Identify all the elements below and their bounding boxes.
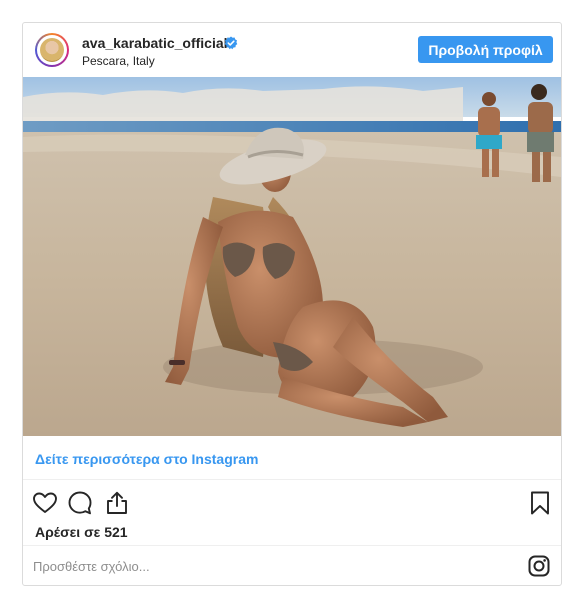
post-header: ava_karabatic_official Pescara, Italy Πρ…: [23, 23, 561, 77]
username-link[interactable]: ava_karabatic_official: [82, 35, 228, 51]
avatar-photo: [40, 38, 64, 62]
verified-badge-icon: [224, 36, 238, 50]
instagram-embed-card: ava_karabatic_official Pescara, Italy Πρ…: [22, 22, 562, 586]
location-link[interactable]: Pescara, Italy: [82, 54, 155, 68]
avatar[interactable]: [35, 33, 69, 67]
beach-photo-image: [23, 77, 561, 436]
post-photo[interactable]: [23, 77, 561, 436]
comment-icon[interactable]: [67, 490, 93, 516]
bookmark-icon[interactable]: [527, 490, 553, 516]
heart-icon[interactable]: [32, 490, 58, 516]
instagram-logo-icon[interactable]: [528, 555, 550, 577]
likes-count[interactable]: Αρέσει σε 521: [35, 524, 128, 540]
comment-section: [23, 545, 561, 585]
share-icon[interactable]: [104, 490, 130, 516]
action-bar: [23, 480, 561, 526]
see-more-on-instagram-link[interactable]: Δείτε περισσότερα στο Instagram: [35, 451, 258, 467]
see-more-section: Δείτε περισσότερα στο Instagram: [23, 436, 561, 480]
avatar-image: [37, 35, 67, 65]
add-comment-input[interactable]: [33, 556, 473, 576]
view-profile-button[interactable]: Προβολή προφίλ: [418, 36, 553, 63]
